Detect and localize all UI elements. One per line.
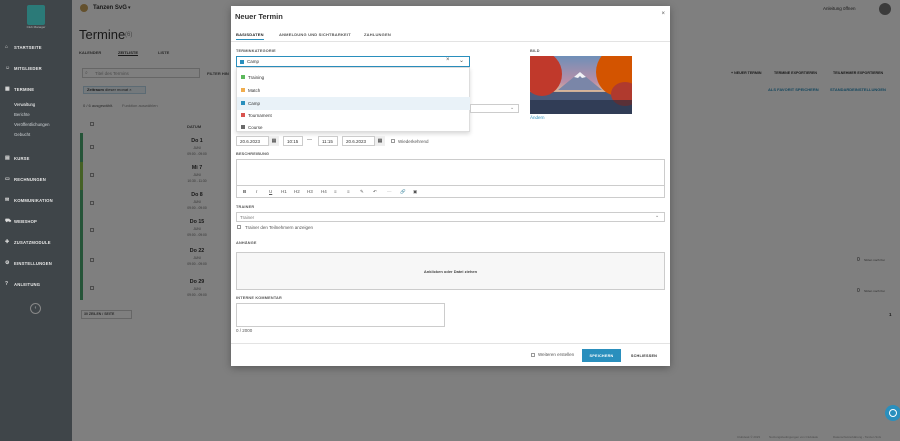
comment-counter: 0 / 2000 — [236, 328, 253, 333]
create-more-checkbox[interactable] — [531, 353, 535, 357]
sidebar-item-kommunikation[interactable]: ✉ KOMMUNIKATION — [0, 195, 72, 205]
trainer-select[interactable]: Trainer — [236, 212, 665, 222]
editor-toolbar — [236, 186, 665, 198]
color-swatch — [241, 88, 245, 93]
show-trainer-checkbox[interactable] — [237, 225, 241, 229]
grid-icon: ▤ — [5, 155, 10, 161]
recurring-label: Wiederkehrend — [398, 139, 429, 144]
sidebar-item-kurse[interactable]: ▤ KURSE — [0, 153, 72, 163]
clear-icon[interactable]: × — [446, 57, 450, 63]
chat-icon: ✉ — [5, 197, 10, 203]
dropdown-option-course[interactable]: Course — [237, 121, 470, 134]
gear-icon: ⚙ — [5, 260, 10, 266]
show-trainer-label: Trainer den Teilnehmern anzeigen — [245, 225, 314, 230]
chevron-down-icon: ⌄ — [655, 213, 660, 219]
save-button[interactable]: SPEICHERN — [582, 349, 621, 362]
sidebar-item-webshop[interactable]: ⛟ WEBSHOP — [0, 216, 72, 226]
heading1-icon[interactable]: H1 — [281, 189, 287, 194]
calendar-icon[interactable]: ▦ — [268, 136, 279, 146]
cart-icon: ⛟ — [5, 217, 12, 224]
logo-text: Club Manager — [26, 25, 46, 29]
color-swatch — [241, 113, 245, 118]
invoice-icon: ▭ — [5, 176, 10, 182]
color-swatch — [241, 75, 245, 80]
sidebar-subitem-gebucht[interactable]: Gebucht — [14, 132, 30, 137]
change-image-link[interactable]: Ändern — [530, 115, 545, 120]
image-icon[interactable]: ▣ — [413, 189, 417, 195]
italic-icon[interactable]: I — [256, 189, 257, 194]
help-icon: ? — [5, 281, 9, 287]
attachments-dropzone[interactable]: Anklicken oder Datei ziehen — [236, 252, 665, 290]
dropdown-option-tournament[interactable]: Tournament — [237, 109, 470, 122]
dialog-tabs: BASISDATEN ANMELDUNG UND SICHTBARKEIT ZA… — [231, 30, 670, 42]
clear-format-icon[interactable]: ✎ — [360, 189, 364, 195]
undo-icon[interactable]: ↶ — [373, 189, 377, 195]
close-button[interactable]: SCHLIESSEN — [628, 349, 660, 362]
tab-anmeldung[interactable]: ANMELDUNG UND SICHTBARKEIT — [279, 32, 351, 37]
chevron-down-icon[interactable]: ⌄ — [459, 57, 464, 64]
link-icon[interactable]: 🔗 — [400, 189, 406, 195]
puzzle-icon: ✚ — [5, 239, 10, 245]
heading3-icon[interactable]: H3 — [307, 189, 313, 194]
chevron-down-icon: ⌄ — [510, 105, 515, 111]
create-more-label: Weiteren erstellen — [538, 352, 575, 357]
description-label: BESCHREIBUNG — [236, 152, 270, 156]
sidebar-item-termine[interactable]: ▦ TERMINE — [0, 84, 72, 94]
color-swatch — [241, 125, 245, 130]
event-image[interactable] — [530, 56, 632, 114]
house-icon: ⌂ — [5, 44, 9, 50]
start-time-input[interactable]: 10:15 — [283, 136, 303, 146]
sidebar-subitem-verwaltung[interactable]: Verwaltung — [14, 102, 35, 107]
calendar-icon: ▦ — [5, 86, 10, 92]
category-select[interactable]: Camp — [236, 56, 470, 67]
color-swatch — [241, 101, 245, 106]
category-color-swatch — [240, 59, 244, 64]
bullet-list-icon[interactable]: ≡ — [334, 189, 337, 194]
sidebar-item-startseite[interactable]: ⌂ STARTSEITE — [0, 42, 72, 52]
heading4-icon[interactable]: H4 — [321, 189, 327, 194]
tab-basisdaten[interactable]: BASISDATEN — [236, 32, 264, 40]
dropdown-option-match[interactable]: Match — [237, 84, 470, 97]
calendar-icon[interactable]: ▦ — [374, 136, 385, 146]
sidebar-item-zusatzmodule[interactable]: ✚ ZUSATZMODULE — [0, 237, 72, 247]
attachments-label: ANHÄNGE — [236, 241, 257, 245]
comment-textarea[interactable] — [236, 303, 445, 327]
sidebar-item-einstellungen[interactable]: ⚙ EINSTELLUNGEN — [0, 258, 72, 268]
sidebar: Club Manager ⌂ STARTSEITE ☺ MITGLIEDER ▦ TE… — [0, 0, 72, 441]
category-label: TERMINKATEGORIE — [236, 49, 276, 53]
mountain-illustration — [530, 56, 632, 114]
category-dropdown: Training Match Camp Tournament Course — [236, 67, 470, 132]
underline-icon[interactable]: U — [269, 189, 272, 194]
collapse-sidebar-button[interactable]: ‹ — [30, 303, 41, 314]
sidebar-item-anleitung[interactable]: ? ANLEITUNG — [0, 279, 72, 289]
description-editor[interactable] — [236, 159, 665, 186]
range-dash: — — [307, 137, 312, 143]
club-logo[interactable] — [27, 5, 45, 25]
dialog-title: Neuer Termin — [235, 12, 283, 21]
separator-icon: — — [387, 189, 392, 194]
ordered-list-icon[interactable]: ≡ — [347, 189, 350, 194]
trainer-label: TRAINER — [236, 205, 255, 209]
sidebar-item-mitglieder[interactable]: ☺ MITGLIEDER — [0, 63, 72, 73]
comment-label: INTERNE KOMMENTAR — [236, 296, 282, 300]
heading2-icon[interactable]: H2 — [294, 189, 300, 194]
image-label: BILD — [530, 49, 540, 53]
tab-zahlungen[interactable]: ZAHLUNGEN — [364, 32, 391, 37]
end-time-input[interactable]: 11:15 — [318, 136, 338, 146]
dialog-divider — [231, 343, 670, 344]
bold-icon[interactable]: B — [243, 189, 246, 194]
chat-support-button[interactable] — [885, 405, 900, 421]
sidebar-subitem-veroeffentlichungen[interactable]: Veröffentlichungen — [14, 122, 50, 127]
sidebar-item-rechnungen[interactable]: ▭ RECHNUNGEN — [0, 174, 72, 184]
sidebar-subitem-berichte[interactable]: Berichte — [14, 112, 30, 117]
recurring-checkbox[interactable] — [391, 139, 395, 143]
dropdown-option-camp[interactable]: Camp — [237, 97, 470, 110]
close-icon[interactable]: × — [661, 11, 665, 17]
dropdown-option-training[interactable]: Training — [237, 71, 470, 84]
users-icon: ☺ — [5, 65, 11, 71]
